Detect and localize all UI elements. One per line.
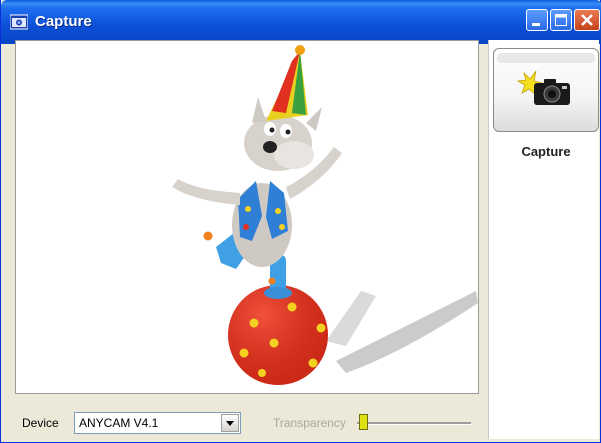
video-preview: [15, 40, 479, 394]
close-icon: [581, 14, 593, 26]
maximize-icon: [555, 14, 567, 26]
device-select[interactable]: ANYCAM V4.1: [74, 412, 241, 434]
chevron-down-icon: [226, 421, 234, 426]
preview-image: [172, 45, 478, 385]
device-label: Device: [22, 416, 59, 430]
transparency-label: Transparency: [273, 416, 346, 430]
button-highlight: [497, 53, 595, 63]
app-camera-icon: [10, 14, 28, 30]
minimize-button[interactable]: [526, 9, 548, 31]
window-title: Capture: [35, 13, 92, 30]
close-button[interactable]: [574, 9, 600, 31]
device-selected-value: ANYCAM V4.1: [79, 416, 159, 430]
transparency-slider-thumb[interactable]: [359, 414, 368, 430]
capture-window: Capture Capture Device ANYCAM V4.1 Trans…: [0, 0, 601, 443]
transparency-slider-track[interactable]: [357, 422, 471, 425]
capture-button-label: Capture: [521, 144, 571, 159]
maximize-button[interactable]: [550, 9, 572, 31]
capture-button[interactable]: [493, 48, 599, 132]
minimize-icon: [532, 23, 540, 26]
device-dropdown-button[interactable]: [221, 414, 239, 432]
title-bar[interactable]: Capture: [1, 0, 601, 44]
